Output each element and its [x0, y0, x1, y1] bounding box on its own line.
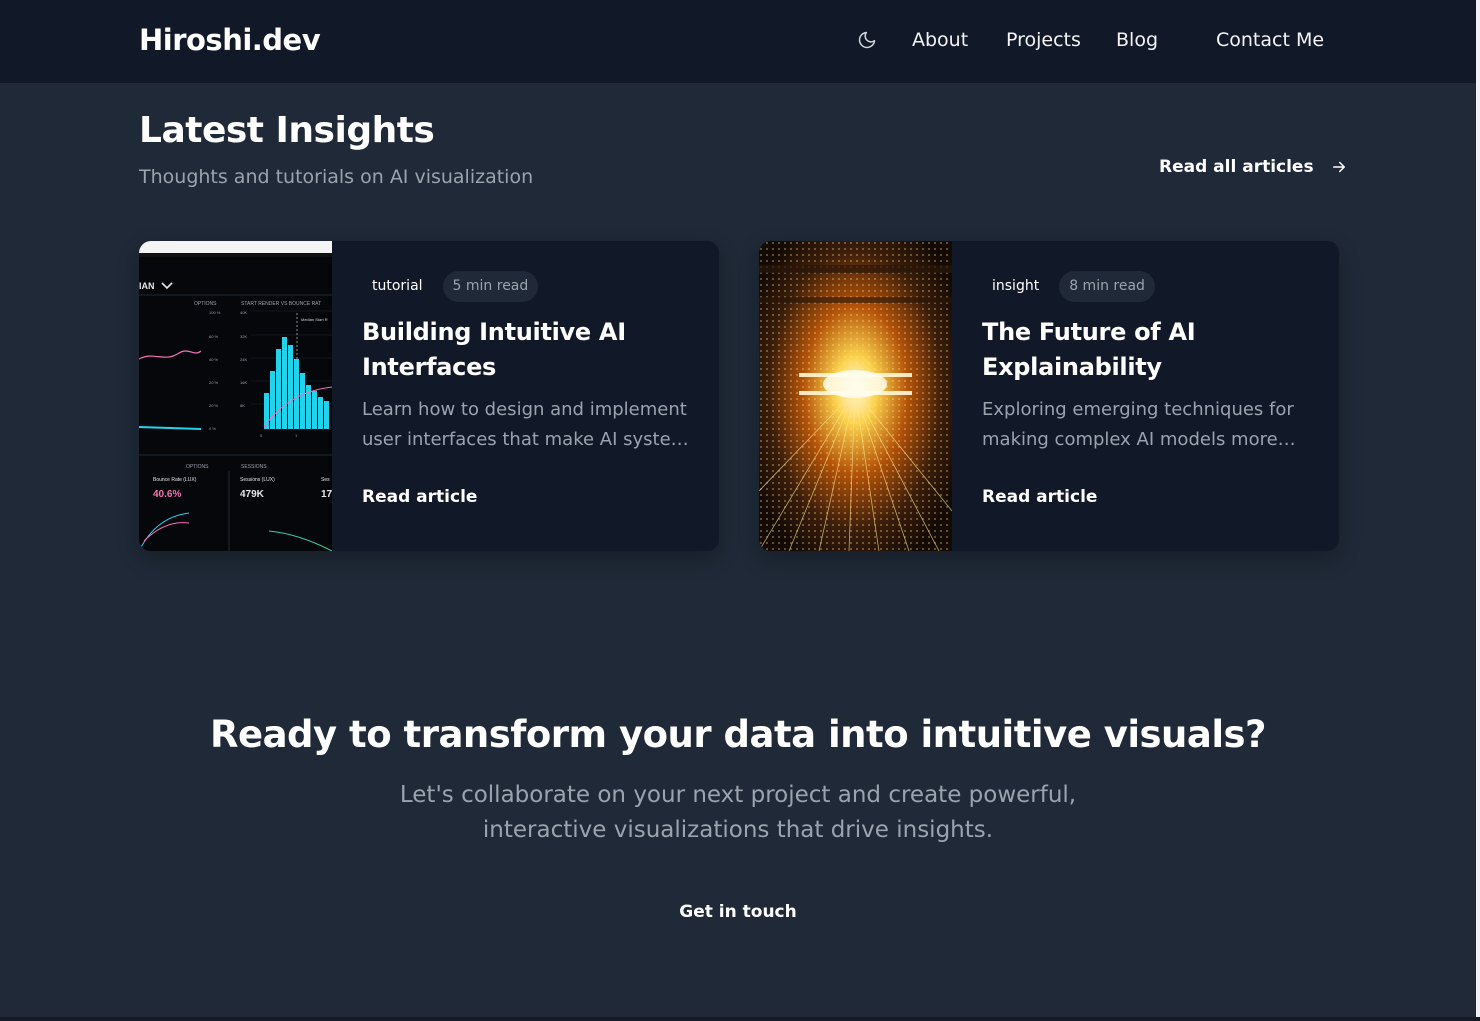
svg-text:32K: 32K [240, 334, 247, 339]
article-title[interactable]: The Future of AI Explainability [982, 315, 1322, 385]
arrow-right-icon [1332, 161, 1345, 173]
nav-contact-link[interactable]: Contact Me [1216, 28, 1324, 52]
site-header: Hiroshi.dev About Projects Blog Contact … [0, 0, 1476, 83]
cta-title: Ready to transform your data into intuit… [210, 713, 1267, 756]
svg-text:24K: 24K [240, 357, 247, 362]
svg-text:START RENDER VS BOUNCE RAT: START RENDER VS BOUNCE RAT [241, 301, 321, 307]
bottom-edge [0, 1017, 1480, 1021]
svg-text:IAN: IAN [139, 281, 155, 291]
article-card[interactable]: insight 8 min read The Future of AI Expl… [759, 241, 1339, 551]
svg-text:Sessions (LUX): Sessions (LUX) [240, 477, 275, 483]
article-card-body: insight 8 min read The Future of AI Expl… [982, 271, 1322, 509]
get-in-touch-button[interactable]: Get in touch [660, 890, 816, 934]
article-card[interactable]: IAN OPTIONS START RENDER VS BOUNCE RAT M… [139, 241, 719, 551]
article-tags: tutorial 5 min read [362, 271, 702, 302]
cta-description: Let's collaborate on your next project a… [399, 782, 1077, 843]
category-badge: insight [982, 271, 1050, 302]
theme-toggle-button[interactable] [856, 29, 878, 51]
article-card-body: tutorial 5 min read Building Intuitive A… [362, 271, 702, 509]
read-time-badge: 8 min read [1059, 271, 1155, 302]
nav-about-link[interactable]: About [912, 28, 968, 52]
svg-text:40K: 40K [240, 310, 247, 315]
read-article-link[interactable]: Read article [362, 485, 477, 509]
article-excerpt: Exploring emerging techniques for making… [982, 399, 1294, 450]
svg-text:60 %: 60 % [209, 334, 219, 339]
svg-text:40 %: 40 % [209, 357, 219, 362]
section-subtitle: Thoughts and tutorials on AI visualizati… [139, 166, 534, 188]
svg-text:16K: 16K [240, 380, 247, 385]
article-tags: insight 8 min read [982, 271, 1322, 302]
section-title: Latest Insights [139, 110, 435, 151]
svg-text:Median Start R: Median Start R [301, 317, 328, 322]
svg-text:0 %: 0 % [209, 426, 216, 431]
read-all-label: Read all articles [1159, 157, 1314, 177]
svg-text:479K: 479K [240, 489, 265, 500]
svg-text:8K: 8K [240, 403, 245, 408]
nav-projects-link[interactable]: Projects [1006, 28, 1081, 52]
analytics-dashboard-image: IAN OPTIONS START RENDER VS BOUNCE RAT M… [139, 241, 332, 551]
svg-text:Ses: Ses [321, 477, 330, 483]
article-title[interactable]: Building Intuitive AI Interfaces [362, 315, 702, 385]
read-all-articles-link[interactable]: Read all articles [1159, 155, 1348, 179]
moon-icon [858, 31, 876, 49]
site-logo[interactable]: Hiroshi.dev [139, 22, 321, 58]
article-excerpt: Learn how to design and implement user i… [362, 399, 698, 450]
svg-text:17: 17 [321, 489, 332, 500]
light-tunnel-image [759, 241, 952, 551]
svg-text:100 %: 100 % [209, 310, 221, 315]
scrollbar[interactable] [1476, 0, 1480, 1021]
svg-text:Bounce Rate (LUX): Bounce Rate (LUX) [153, 477, 197, 483]
svg-text:20 %: 20 % [209, 403, 219, 408]
nav-blog-link[interactable]: Blog [1116, 28, 1158, 52]
svg-text:OPTIONS: OPTIONS [186, 464, 209, 470]
read-article-link[interactable]: Read article [982, 485, 1097, 509]
svg-text:20 %: 20 % [209, 380, 219, 385]
category-badge: tutorial [362, 271, 433, 302]
svg-text:SESSIONS: SESSIONS [241, 464, 267, 470]
svg-text:40.6%: 40.6% [153, 489, 181, 500]
svg-text:OPTIONS: OPTIONS [194, 301, 217, 307]
read-time-badge: 5 min read [442, 271, 539, 302]
